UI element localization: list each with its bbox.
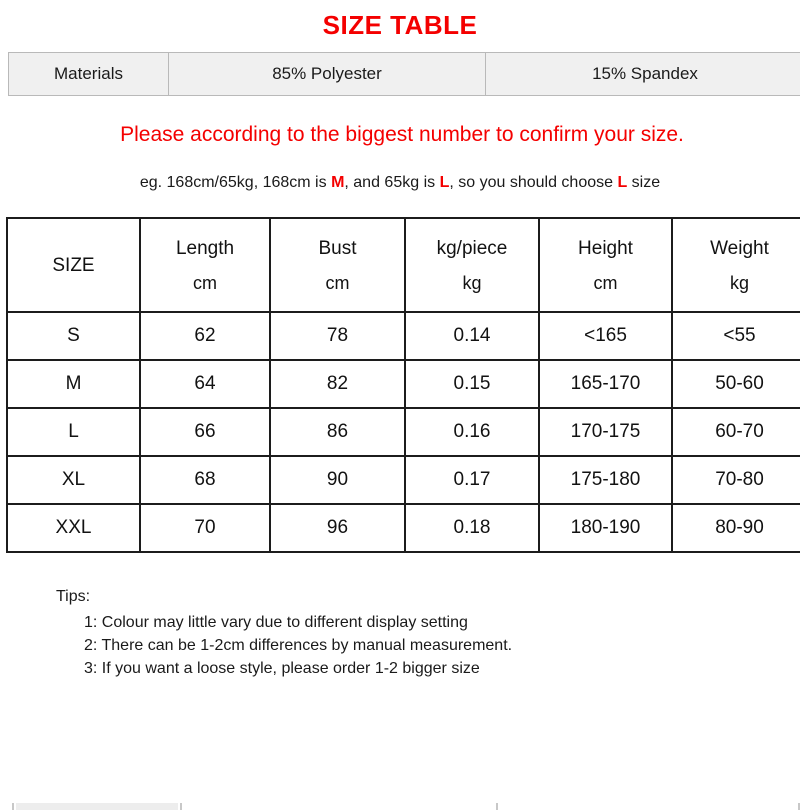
header-weight-name: Weight xyxy=(710,238,769,260)
cell-length: 62 xyxy=(140,312,270,360)
cell-length: 68 xyxy=(140,456,270,504)
size-notice-text: Please according to the biggest number t… xyxy=(0,122,800,147)
cell-height: 165-170 xyxy=(539,360,672,408)
cell-weight: 60-70 xyxy=(672,408,800,456)
cell-kg-piece: 0.15 xyxy=(405,360,539,408)
table-row: S 62 78 0.14 <165 <55 xyxy=(7,312,800,360)
cell-weight: <55 xyxy=(672,312,800,360)
materials-composition-1-cell: 85% Polyester xyxy=(169,52,486,95)
header-bust-name: Bust xyxy=(318,238,356,260)
header-weight-unit: kg xyxy=(730,273,749,294)
table-row: XXL 70 96 0.18 180-190 80-90 xyxy=(7,504,800,552)
example-highlight-l-1: L xyxy=(440,174,450,191)
cell-weight: 70-80 xyxy=(672,456,800,504)
materials-label-cell: Materials xyxy=(9,52,169,95)
header-size-name: SIZE xyxy=(52,255,94,277)
example-highlight-m: M xyxy=(331,174,344,191)
header-cell-length: Length cm xyxy=(140,218,270,312)
list-item: 1: Colour may little vary due to differe… xyxy=(84,615,800,631)
cell-height: 180-190 xyxy=(539,504,672,552)
table-row: XL 68 90 0.17 175-180 70-80 xyxy=(7,456,800,504)
cell-height: 175-180 xyxy=(539,456,672,504)
materials-row: Materials 85% Polyester 15% Spandex xyxy=(9,52,800,95)
example-part-4: size xyxy=(627,174,660,191)
header-kg-piece-name: kg/piece xyxy=(437,238,508,260)
header-length-unit: cm xyxy=(193,273,217,294)
header-height-unit: cm xyxy=(594,273,618,294)
cell-size: S xyxy=(7,312,140,360)
header-bust-unit: cm xyxy=(326,273,350,294)
header-cell-size: SIZE xyxy=(7,218,140,312)
cell-size: XXL xyxy=(7,504,140,552)
table-row: M 64 82 0.15 165-170 50-60 xyxy=(7,360,800,408)
cell-length: 66 xyxy=(140,408,270,456)
cell-weight: 50-60 xyxy=(672,360,800,408)
list-item: 3: If you want a loose style, please ord… xyxy=(84,661,800,677)
size-table-header-row: SIZE Length cm Bust cm xyxy=(7,218,800,312)
example-part-3: , so you should choose xyxy=(449,174,617,191)
cell-size: XL xyxy=(7,456,140,504)
header-height-name: Height xyxy=(578,238,633,260)
header-cell-weight: Weight kg xyxy=(672,218,800,312)
list-item: 2: There can be 1-2cm differences by man… xyxy=(84,638,800,654)
cell-length: 64 xyxy=(140,360,270,408)
cell-bust: 90 xyxy=(270,456,405,504)
header-cell-bust: Bust cm xyxy=(270,218,405,312)
page-title: SIZE TABLE xyxy=(0,0,800,40)
tips-heading: Tips: xyxy=(56,589,800,605)
materials-composition-2-cell: 15% Spandex xyxy=(486,52,800,95)
cell-bust: 86 xyxy=(270,408,405,456)
cell-kg-piece: 0.17 xyxy=(405,456,539,504)
tips-section: Tips: 1: Colour may little vary due to d… xyxy=(56,589,800,677)
cell-kg-piece: 0.18 xyxy=(405,504,539,552)
cell-height: <165 xyxy=(539,312,672,360)
example-part-1: eg. 168cm/65kg, 168cm is xyxy=(140,174,331,191)
cell-kg-piece: 0.16 xyxy=(405,408,539,456)
cell-bust: 82 xyxy=(270,360,405,408)
example-highlight-l-2: L xyxy=(617,174,627,191)
cell-length: 70 xyxy=(140,504,270,552)
scan-artifact-strip xyxy=(12,803,800,810)
header-cell-height: Height cm xyxy=(539,218,672,312)
size-table: SIZE Length cm Bust cm xyxy=(6,217,800,553)
size-example-text: eg. 168cm/65kg, 168cm is M, and 65kg is … xyxy=(0,173,800,192)
cell-size: M xyxy=(7,360,140,408)
header-length-name: Length xyxy=(176,238,234,260)
table-row: L 66 86 0.16 170-175 60-70 xyxy=(7,408,800,456)
cell-bust: 78 xyxy=(270,312,405,360)
cell-bust: 96 xyxy=(270,504,405,552)
header-cell-kg-piece: kg/piece kg xyxy=(405,218,539,312)
cell-height: 170-175 xyxy=(539,408,672,456)
materials-table-container: Materials 85% Polyester 15% Spandex xyxy=(8,52,794,96)
cell-kg-piece: 0.14 xyxy=(405,312,539,360)
cell-weight: 80-90 xyxy=(672,504,800,552)
tips-list: 1: Colour may little vary due to differe… xyxy=(56,615,800,677)
cell-size: L xyxy=(7,408,140,456)
materials-table: Materials 85% Polyester 15% Spandex xyxy=(8,52,800,96)
example-part-2: , and 65kg is xyxy=(344,174,439,191)
size-table-container: SIZE Length cm Bust cm xyxy=(6,217,800,553)
header-kg-piece-unit: kg xyxy=(462,273,481,294)
